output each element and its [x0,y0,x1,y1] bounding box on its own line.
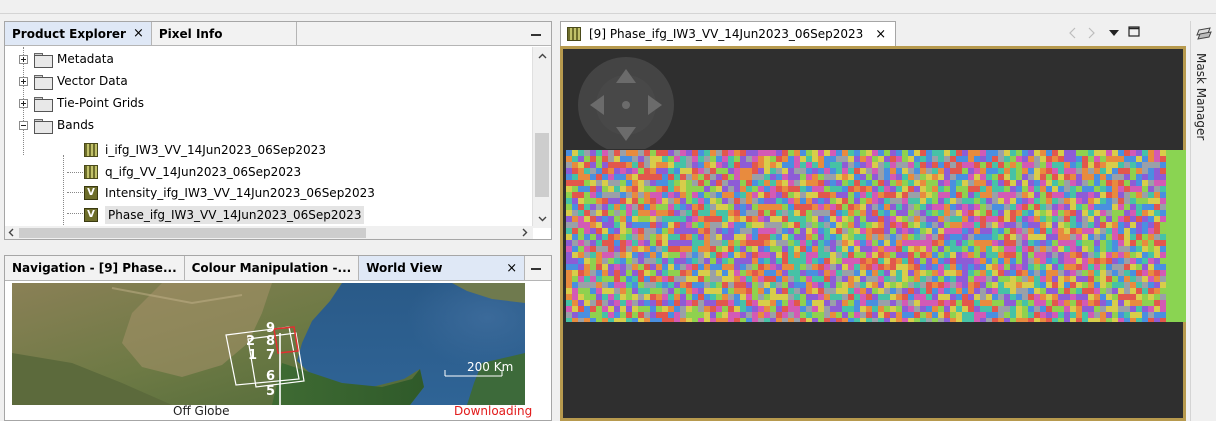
tree-node-metadata[interactable]: Metadata [19,48,114,70]
footprint-number: 6 [266,369,276,384]
phase-image-raster [566,150,1166,322]
open-folder-icon [34,118,53,134]
mask-manager-icon[interactable] [1196,27,1212,41]
globe-position-status: Off Globe [173,404,230,418]
scroll-tabs-left-icon[interactable] [1068,27,1078,39]
band-raster-icon [567,27,581,41]
image-view-panel: [9] Phase_ifg_IW3_VV_14Jun2023_06Sep2023… [558,21,1188,421]
maximize-icon[interactable] [1128,26,1140,37]
tree-node-tie-point-grids[interactable]: Tie-Point Grids [19,92,144,114]
minimize-icon[interactable] [529,260,543,274]
tab-world-view[interactable]: World View × [359,256,526,280]
scrollbar-thumb[interactable] [535,133,549,197]
tab-product-explorer-label: Product Explorer [12,26,126,41]
tab-world-view-close-icon[interactable]: × [506,261,517,276]
pan-zoom-navigation-control[interactable] [566,49,676,153]
folder-icon [34,96,53,112]
tree-node-vector-data[interactable]: Vector Data [19,70,128,92]
virtual-band-icon: V [84,208,98,222]
scroll-tabs-right-icon[interactable] [1086,27,1096,39]
tab-product-explorer[interactable]: Product Explorer × [5,22,152,45]
footprint-number: 8 [266,334,276,349]
world-view-status: Off Globe Downloading [5,403,551,420]
band-label: q_ifg_VV_14Jun2023_06Sep2023 [105,165,302,179]
tab-list-dropdown-icon[interactable] [1108,29,1120,37]
map-scale-label: 200 Km [467,360,514,374]
product-explorer-panel: Product Explorer × Pixel Info Metadata V… [4,21,552,240]
band-label: Phase_ifg_IW3_VV_14Jun2023_06Sep2023 [105,206,365,224]
tab-pixel-info-label: Pixel Info [158,26,223,41]
tree-node-label: Vector Data [57,74,128,88]
image-canvas[interactable] [560,46,1186,421]
right-tool-strip: Mask Manager [1190,21,1216,421]
world-view-tabbar: Navigation - [9] Phase... Colour Manipul… [5,256,551,281]
tab-image-view-close-icon[interactable]: × [875,27,886,42]
folder-icon [34,52,53,68]
band-label: Intensity_ifg_IW3_VV_14Jun2023_06Sep2023 [105,186,375,200]
editor-tab-controls [1068,23,1188,43]
tab-colour-manipulation[interactable]: Colour Manipulation -... [184,256,360,280]
expand-icon[interactable] [19,98,28,108]
tree-node-band[interactable]: V Intensity_ifg_IW3_VV_14Jun2023_06Sep20… [84,182,375,204]
tree-vertical-scrollbar[interactable] [532,47,551,228]
tab-product-explorer-close-icon[interactable]: × [133,26,144,41]
tree-guide-line [67,192,83,193]
footprint-number: 5 [266,384,276,399]
tree-guide-line [67,213,83,214]
footprint-number: 1 [248,348,258,363]
phase-interferogram [566,150,1166,322]
expand-icon[interactable] [19,76,28,86]
tree-guide-line [67,172,83,173]
product-tree: Metadata Vector Data Tie-Point Grids Ban… [5,47,533,228]
world-view-panel: Navigation - [9] Phase... Colour Manipul… [4,255,552,421]
tree-node-label: Metadata [57,52,114,66]
tree-node-band[interactable]: q_ifg_VV_14Jun2023_06Sep2023 [84,161,301,183]
tree-node-label: Tie-Point Grids [57,96,145,110]
tree-node-label: Bands [57,118,95,132]
pan-control-icon[interactable] [566,49,676,153]
tab-navigation[interactable]: Navigation - [9] Phase... [5,256,185,280]
tree-node-band[interactable]: i_ifg_IW3_VV_14Jun2023_06Sep2023 [84,139,326,161]
tree-horizontal-scrollbar[interactable] [5,226,533,239]
scroll-left-icon[interactable] [7,228,16,237]
scroll-up-icon[interactable] [538,52,547,61]
image-view-tabbar: [9] Phase_ifg_IW3_VV_14Jun2023_06Sep2023… [558,21,1188,46]
tab-pixel-info[interactable]: Pixel Info [151,22,297,45]
virtual-band-icon: V [84,186,98,200]
tree-guide-line [63,155,64,228]
scrollbar-thumb[interactable] [19,228,366,238]
tab-navigation-label: Navigation - [9] Phase... [12,261,177,275]
scroll-down-icon[interactable] [538,214,547,223]
band-raster-icon [84,143,98,157]
tab-image-view-label: [9] Phase_ifg_IW3_VV_14Jun2023_06Sep2023 [589,27,864,41]
product-explorer-tabbar: Product Explorer × Pixel Info [5,22,551,46]
image-edge-strip [1166,150,1186,322]
tree-node-band-selected[interactable]: V Phase_ifg_IW3_VV_14Jun2023_06Sep2023 [84,204,365,226]
collapse-icon[interactable] [19,120,28,130]
tab-colour-manipulation-label: Colour Manipulation -... [191,261,352,275]
band-label: i_ifg_IW3_VV_14Jun2023_06Sep2023 [105,143,326,157]
folder-icon [34,74,53,90]
footprint-number: 7 [266,348,276,363]
world-map[interactable]: 9 2 8 1 7 6 5 200 Km [12,283,525,405]
scroll-right-icon[interactable] [520,228,529,237]
tab-world-view-label: World View [366,261,443,275]
title-strip [0,0,1216,14]
minimize-icon[interactable] [529,26,543,40]
tree-node-bands[interactable]: Bands [19,114,94,136]
mask-manager-label[interactable]: Mask Manager [1194,53,1208,140]
expand-icon[interactable] [19,54,28,64]
download-status: Downloading [454,404,533,418]
tab-image-view[interactable]: [9] Phase_ifg_IW3_VV_14Jun2023_06Sep2023… [560,21,896,46]
footprint-number: 2 [246,334,256,349]
band-raster-icon [84,165,98,179]
